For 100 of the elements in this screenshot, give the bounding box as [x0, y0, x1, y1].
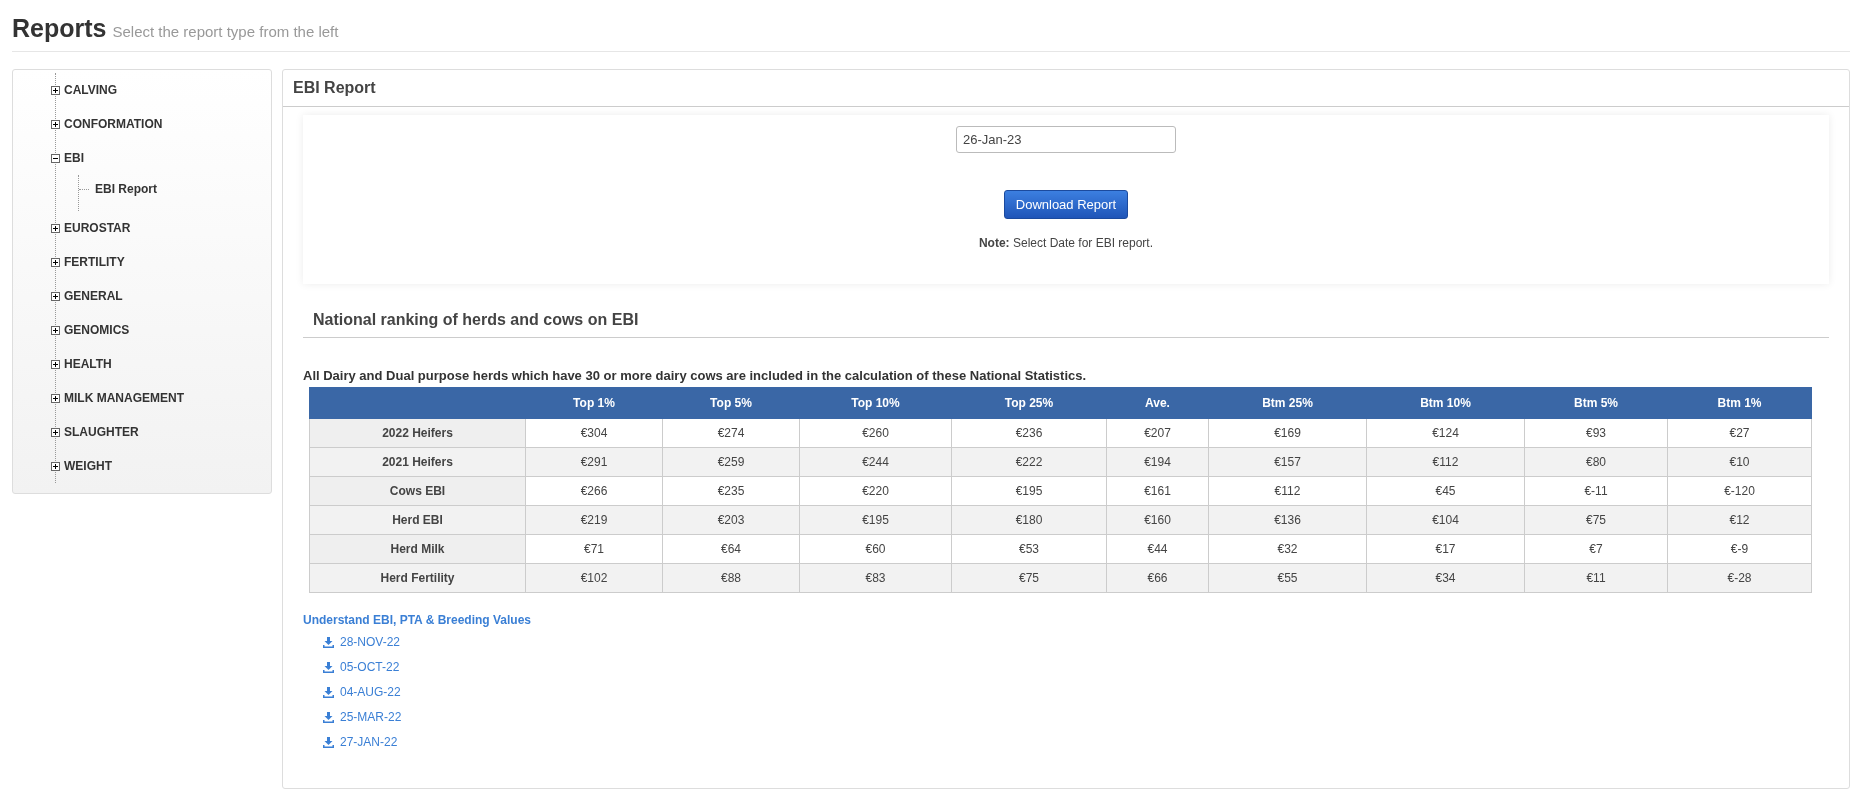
table-cell: €7	[1524, 534, 1668, 564]
download-link[interactable]: 25-MAR-22	[340, 710, 402, 724]
date-field[interactable]: 26-Jan-23	[956, 126, 1176, 153]
row-header: Herd Milk	[309, 534, 526, 564]
column-header: Btm 25%	[1208, 387, 1367, 419]
download-icon[interactable]	[323, 636, 334, 648]
tree-item[interactable]: EBI Report	[95, 182, 157, 196]
table-cell: €266	[525, 476, 663, 506]
column-header: Ave.	[1106, 387, 1209, 419]
tree-item[interactable]: FERTILITY	[64, 255, 125, 269]
table-cell: €-11	[1524, 476, 1668, 506]
table-cell: €88	[662, 563, 800, 593]
table-cell: €10	[1667, 447, 1812, 477]
tree-item[interactable]: EBI	[64, 151, 84, 165]
table-cell: €32	[1208, 534, 1367, 564]
table-cell: €222	[951, 447, 1107, 477]
download-link[interactable]: 28-NOV-22	[340, 635, 401, 649]
row-header: Cows EBI	[309, 476, 526, 506]
table-cell: €27	[1667, 418, 1812, 448]
expand-icon[interactable]	[51, 257, 60, 267]
download-icon[interactable]	[323, 661, 334, 673]
table-cell: €112	[1208, 476, 1367, 506]
download-link[interactable]: 27-JAN-22	[340, 735, 398, 749]
table-cell: €136	[1208, 505, 1367, 535]
column-header: Top 10%	[799, 387, 952, 419]
table-cell: €112	[1366, 447, 1525, 477]
tree-item[interactable]: GENOMICS	[64, 323, 130, 337]
table-cell: €11	[1524, 563, 1668, 593]
panel-title: EBI Report	[283, 70, 1849, 107]
table-cell: €260	[799, 418, 952, 448]
download-link[interactable]: 05-OCT-22	[340, 660, 400, 674]
expand-icon[interactable]	[51, 325, 60, 335]
tree-item[interactable]: GENERAL	[64, 289, 123, 303]
column-header: Top 1%	[525, 387, 663, 419]
table-cell: €-9	[1667, 534, 1812, 564]
expand-icon[interactable]	[51, 427, 60, 437]
table-cell: €53	[951, 534, 1107, 564]
table-cell: €-120	[1667, 476, 1812, 506]
expand-icon[interactable]	[51, 85, 60, 95]
download-report-button[interactable]: Download Report	[1003, 190, 1129, 219]
table-cell: €104	[1366, 505, 1525, 535]
expand-icon[interactable]	[51, 359, 60, 369]
tree-item[interactable]: CALVING	[64, 83, 118, 97]
expand-icon[interactable]	[51, 291, 60, 301]
table-cell: €161	[1106, 476, 1209, 506]
table-cell: €102	[525, 563, 663, 593]
row-header: 2022 Heifers	[309, 418, 526, 448]
table-cell: €236	[951, 418, 1107, 448]
row-header: 2021 Heifers	[309, 447, 526, 477]
table-cell: €60	[799, 534, 952, 564]
table-cell: €194	[1106, 447, 1209, 477]
expand-icon[interactable]	[51, 393, 60, 403]
download-icon[interactable]	[323, 736, 334, 748]
description-text: All Dairy and Dual purpose herds which have 30 or more dairy cows are included in the calculation of these National Statistics.	[303, 368, 1088, 383]
table-cell: €157	[1208, 447, 1367, 477]
row-header: Herd Fertility	[309, 563, 526, 593]
download-link[interactable]: 04-AUG-22	[340, 685, 401, 699]
table-cell: €80	[1524, 447, 1668, 477]
table-cell: €195	[799, 505, 952, 535]
table-cell: €17	[1366, 534, 1525, 564]
download-icon[interactable]	[323, 686, 334, 698]
tree-item[interactable]: CONFORMATION	[64, 117, 163, 131]
tree-item[interactable]: WEIGHT	[64, 459, 112, 473]
collapse-icon[interactable]	[51, 153, 60, 163]
tree-item[interactable]: HEALTH	[64, 357, 112, 371]
table-cell: €160	[1106, 505, 1209, 535]
page-subtitle: Select the report type from the left	[112, 23, 339, 40]
table-cell: €34	[1366, 563, 1525, 593]
table-cell: €55	[1208, 563, 1367, 593]
table-cell: €75	[951, 563, 1107, 593]
expand-icon[interactable]	[51, 461, 60, 471]
tree-item[interactable]: EUROSTAR	[64, 221, 131, 235]
table-cell: €45	[1366, 476, 1525, 506]
table-cell: €64	[662, 534, 800, 564]
table-cell: €259	[662, 447, 800, 477]
table-cell: €219	[525, 505, 663, 535]
column-header: Top 5%	[662, 387, 800, 419]
tree-item[interactable]: MILK MANAGEMENT	[64, 391, 184, 405]
table-cell: €66	[1106, 563, 1209, 593]
table-cell: €169	[1208, 418, 1367, 448]
table-cell: €-28	[1667, 563, 1812, 593]
table-cell: €291	[525, 447, 663, 477]
info-link[interactable]: Understand EBI, PTA & Breeding Values	[303, 613, 532, 627]
table-cell: €83	[799, 563, 952, 593]
table-cell: €304	[525, 418, 663, 448]
tree-item[interactable]: SLAUGHTER	[64, 425, 139, 439]
note-text: Note: Select Date for EBI report.	[978, 236, 1154, 250]
row-header: Herd EBI	[309, 505, 526, 535]
section-title: National ranking of herds and cows on EBI	[303, 284, 1829, 338]
table-cell: €220	[799, 476, 952, 506]
expand-icon[interactable]	[51, 223, 60, 233]
table-cell: €75	[1524, 505, 1668, 535]
download-icon[interactable]	[323, 711, 334, 723]
table-cell: €180	[951, 505, 1107, 535]
table-cell: €71	[525, 534, 663, 564]
table-cell: €235	[662, 476, 800, 506]
table-cell: €244	[799, 447, 952, 477]
table-cell: €203	[662, 505, 800, 535]
expand-icon[interactable]	[51, 119, 60, 129]
column-header: Top 25%	[951, 387, 1107, 419]
